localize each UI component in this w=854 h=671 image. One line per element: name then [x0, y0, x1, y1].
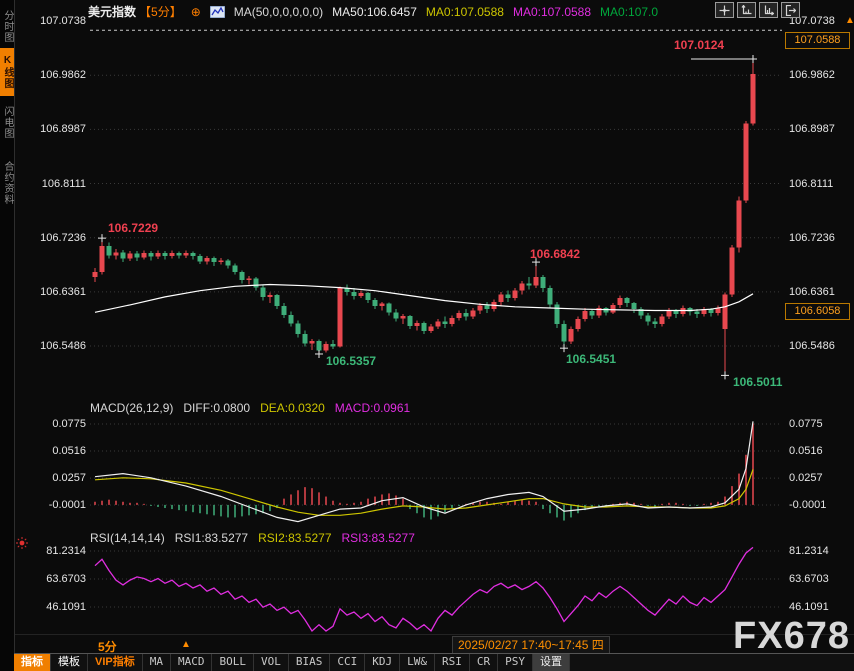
toolbar-item-vol[interactable]: VOL	[254, 654, 289, 671]
ma0-green-value: MA0:107.0	[600, 5, 658, 19]
toolbar-item-vip-indicator[interactable]: VIP指标	[88, 654, 143, 671]
toolbar-item-bias[interactable]: BIAS	[289, 654, 331, 671]
y-axis-label: 0.0516	[789, 445, 823, 457]
symbol-title: 美元指数	[88, 3, 136, 20]
exit-icon[interactable]	[781, 2, 800, 18]
y-axis-label: 46.1091	[789, 601, 829, 613]
y-axis-label: 106.6361	[30, 286, 86, 298]
ma-config-label: MA(50,0,0,0,0,0)	[234, 5, 323, 19]
price-annotation: 106.7229	[108, 221, 158, 235]
ma50-value: MA50:106.6457	[332, 5, 417, 19]
pan-tool-icon[interactable]	[715, 2, 734, 18]
app-window: 分时图K线图闪电图合约资料 美元指数 【5分】 ⊕ MA(50,0,0,0,0,…	[0, 0, 854, 671]
toolbar-item-ma[interactable]: MA	[143, 654, 171, 671]
y-axis-label: 106.8987	[789, 123, 835, 135]
watermark: FX678	[733, 615, 850, 658]
indicator-toolbar: 指标模板VIP指标MAMACDBOLLVOLBIASCCIKDJLW&RSICR…	[14, 653, 854, 671]
sidebar-tab-kline-chart[interactable]: K线图	[0, 48, 14, 96]
toolbar-item-rsi[interactable]: RSI	[435, 654, 470, 671]
current-price-badge: 107.0588	[785, 32, 850, 49]
macd-header: MACD(26,12,9) DIFF:0.0800 DEA:0.0320 MAC…	[90, 401, 410, 415]
price-annotation: 106.6842	[530, 247, 580, 261]
y-axis-label: 0.0257	[30, 472, 86, 484]
y-axis-label: 63.6703	[789, 573, 829, 585]
rsi1-value: RSI1:83.5277	[175, 531, 248, 545]
sidebar-tab-time-chart[interactable]: 分时图	[0, 4, 14, 48]
macd-diff-value: DIFF:0.0800	[183, 401, 250, 415]
y-axis-label: 0.0775	[789, 418, 823, 430]
axis-zoom-y-icon[interactable]	[737, 2, 756, 18]
y-axis-label: 106.7236	[789, 232, 835, 244]
time-range-tooltip: 2025/02/27 17:40~17:45 四	[452, 636, 610, 654]
toolbar-item-template[interactable]: 模板	[51, 654, 88, 671]
y-axis-label: 106.8111	[789, 178, 833, 190]
add-indicator-icon[interactable]: ⊕	[191, 5, 201, 19]
chart-type-icon[interactable]	[210, 6, 225, 18]
ma0-yellow-value: MA0:107.0588	[426, 5, 504, 19]
y-axis-label: 106.9862	[30, 69, 86, 81]
y-axis-label: 106.5486	[30, 340, 86, 352]
price-annotation: 106.5357	[326, 354, 376, 368]
toolbar-item-kdj[interactable]: KDJ	[365, 654, 400, 671]
toolbar-item-boll[interactable]: BOLL	[212, 654, 254, 671]
y-axis-label: 107.0738	[30, 15, 86, 27]
price-annotation: 107.0124	[674, 38, 724, 52]
y-axis-label: 106.8987	[30, 123, 86, 135]
rsi2-value: RSI2:83.5277	[258, 531, 331, 545]
y-axis-label: -0.0001	[789, 499, 826, 511]
y-axis-label: 81.2314	[789, 545, 829, 557]
price-annotation: 106.5011	[733, 375, 782, 389]
toolbar-item-indicator[interactable]: 指标	[14, 654, 51, 671]
chart-canvas[interactable]	[0, 0, 854, 671]
y-axis-label: 106.7236	[30, 232, 86, 244]
y-axis-label: -0.0001	[30, 499, 86, 511]
level-price-badge: 106.6058	[785, 303, 850, 320]
axis-zoom-x-icon[interactable]	[759, 2, 778, 18]
macd-dea-value: DEA:0.0320	[260, 401, 325, 415]
alarm-icon[interactable]	[16, 536, 28, 554]
y-axis-label: 106.8111	[30, 178, 86, 190]
y-axis-label: 106.5486	[789, 340, 835, 352]
toolbar-item-macd[interactable]: MACD	[171, 654, 213, 671]
rsi3-value: RSI3:83.5277	[342, 531, 415, 545]
sidebar-tab-lightning-chart[interactable]: 闪电图	[0, 98, 14, 146]
toolbar-item-cci[interactable]: CCI	[330, 654, 365, 671]
toolbar-item-settings[interactable]: 设置	[533, 654, 570, 671]
ma0-magenta-value: MA0:107.0588	[513, 5, 591, 19]
period-expand-arrow[interactable]: ▲	[181, 639, 191, 650]
chart-toolbar-icons	[712, 2, 800, 18]
left-sidebar: 分时图K线图闪电图合约资料	[0, 0, 15, 671]
toolbar-item-cr[interactable]: CR	[470, 654, 498, 671]
macd-macd-value: MACD:0.0961	[335, 401, 410, 415]
y-axis-label: 106.6361	[789, 286, 835, 298]
y-axis-label: 0.0257	[789, 472, 823, 484]
price-up-arrow: ▲	[845, 15, 854, 26]
toolbar-item-lwr[interactable]: LW&	[400, 654, 435, 671]
y-axis-label: 106.9862	[789, 69, 835, 81]
y-axis-label: 81.2314	[30, 545, 86, 557]
macd-title: MACD(26,12,9)	[90, 401, 173, 415]
y-axis-label: 0.0775	[30, 418, 86, 430]
period-label[interactable]: 【5分】	[139, 3, 182, 20]
price-annotation: 106.5451	[566, 352, 616, 366]
y-axis-label: 46.1091	[30, 601, 86, 613]
y-axis-label: 0.0516	[30, 445, 86, 457]
chart-header: 美元指数 【5分】 ⊕ MA(50,0,0,0,0,0) MA50:106.64…	[88, 3, 658, 20]
toolbar-item-psy[interactable]: PSY	[498, 654, 533, 671]
rsi-title: RSI(14,14,14)	[90, 531, 165, 545]
rsi-header: RSI(14,14,14) RSI1:83.5277 RSI2:83.5277 …	[90, 531, 415, 545]
sidebar-tab-contract-info[interactable]: 合约资料	[0, 152, 14, 214]
y-axis-label: 63.6703	[30, 573, 86, 585]
